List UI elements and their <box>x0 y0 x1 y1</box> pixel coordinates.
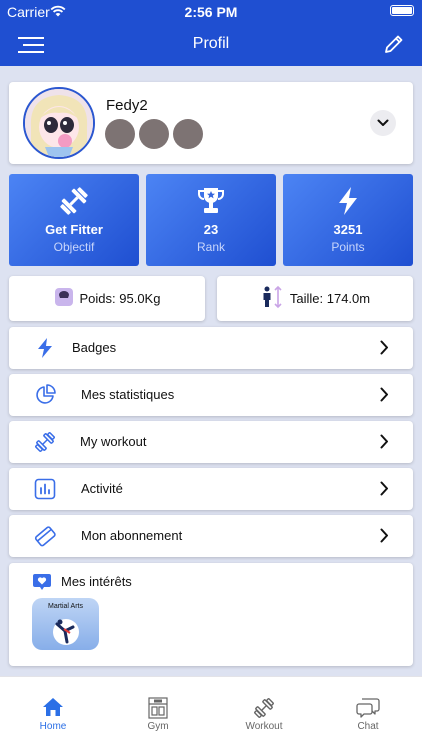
menu-item-activite[interactable]: Activité <box>9 468 413 510</box>
interests-card: Mes intérêts Martial Arts <box>9 563 413 666</box>
menu-item-label: Mon abonnement <box>81 528 183 543</box>
menu-item-label: Activité <box>81 481 123 496</box>
avatar[interactable] <box>23 87 95 159</box>
tab-label: Gym <box>147 721 169 732</box>
tab-gym[interactable]: Gym <box>118 697 198 732</box>
heart-icon <box>32 572 52 597</box>
card-icon <box>34 525 56 547</box>
scale-icon <box>54 287 74 310</box>
chat-icon <box>328 697 408 719</box>
badge-placeholder <box>139 119 169 149</box>
edit-icon[interactable] <box>384 34 404 59</box>
height-label: Taille: 174.0m <box>289 291 371 306</box>
dumbbell-icon <box>34 431 56 453</box>
interests-title: Mes intérêts <box>61 574 132 589</box>
stat-value: 23 <box>203 222 219 237</box>
menu-item-badges[interactable]: Badges <box>9 327 413 369</box>
profile-badges <box>105 119 203 149</box>
chevron-right-icon <box>380 434 389 454</box>
bar-chart-icon <box>34 478 56 500</box>
dumbbell-icon <box>9 185 139 217</box>
gym-icon <box>118 697 198 719</box>
interest-label: Martial Arts <box>47 603 83 610</box>
bolt-icon <box>34 337 56 359</box>
stat-rank[interactable]: 23 Rank <box>146 174 276 266</box>
stat-label: Rank <box>196 240 225 254</box>
menu-item-label: My workout <box>80 434 147 449</box>
page-title: Profil <box>192 35 230 52</box>
expand-button[interactable] <box>370 110 396 136</box>
chevron-right-icon <box>380 481 389 501</box>
martial-arts-icon <box>51 614 81 650</box>
chevron-right-icon <box>380 387 389 407</box>
battery-icon <box>390 5 414 16</box>
weight-card[interactable]: Poids: 95.0Kg <box>9 276 205 321</box>
tab-label: Workout <box>245 721 283 732</box>
profile-card: Fedy2 <box>9 82 413 164</box>
menu-item-workout[interactable]: My workout <box>9 421 413 463</box>
trophy-icon <box>146 185 276 217</box>
menu-item-label: Badges <box>72 340 117 355</box>
badge-placeholder <box>105 119 135 149</box>
menu-item-statistiques[interactable]: Mes statistiques <box>9 374 413 416</box>
tab-workout[interactable]: Workout <box>224 697 304 732</box>
pie-chart-icon <box>34 384 56 406</box>
stat-points[interactable]: 3251 Points <box>283 174 413 266</box>
navbar: Profil <box>0 22 422 66</box>
stat-value: Get Fitter <box>45 222 103 237</box>
stat-objectif[interactable]: Get Fitter Objectif <box>9 174 139 266</box>
height-icon <box>260 285 284 312</box>
stat-label: Points <box>331 240 365 254</box>
clock: 2:56 PM <box>184 4 238 20</box>
height-card[interactable]: Taille: 174.0m <box>217 276 413 321</box>
weight-label: Poids: 95.0Kg <box>79 291 161 306</box>
menu-item-abonnement[interactable]: Mon abonnement <box>9 515 413 557</box>
interest-chip[interactable]: Martial Arts <box>32 598 99 650</box>
dumbbell-icon <box>224 697 304 719</box>
username: Fedy2 <box>106 97 148 114</box>
stat-label: Objectif <box>53 240 95 254</box>
chevron-right-icon <box>380 528 389 548</box>
chevron-down-icon <box>377 119 389 126</box>
tab-home[interactable]: Home <box>13 697 93 732</box>
status-bar: Carrier 2:56 PM <box>0 0 422 22</box>
tab-label: Chat <box>357 721 379 732</box>
badge-placeholder <box>173 119 203 149</box>
tab-chat[interactable]: Chat <box>328 697 408 732</box>
home-icon <box>13 697 93 719</box>
stat-value: 3251 <box>333 222 363 237</box>
menu-item-label: Mes statistiques <box>81 387 175 402</box>
chevron-right-icon <box>380 340 389 360</box>
tab-bar: Home Gym Workout Chat <box>0 676 422 750</box>
bolt-icon <box>283 185 413 217</box>
tab-label: Home <box>39 721 67 732</box>
